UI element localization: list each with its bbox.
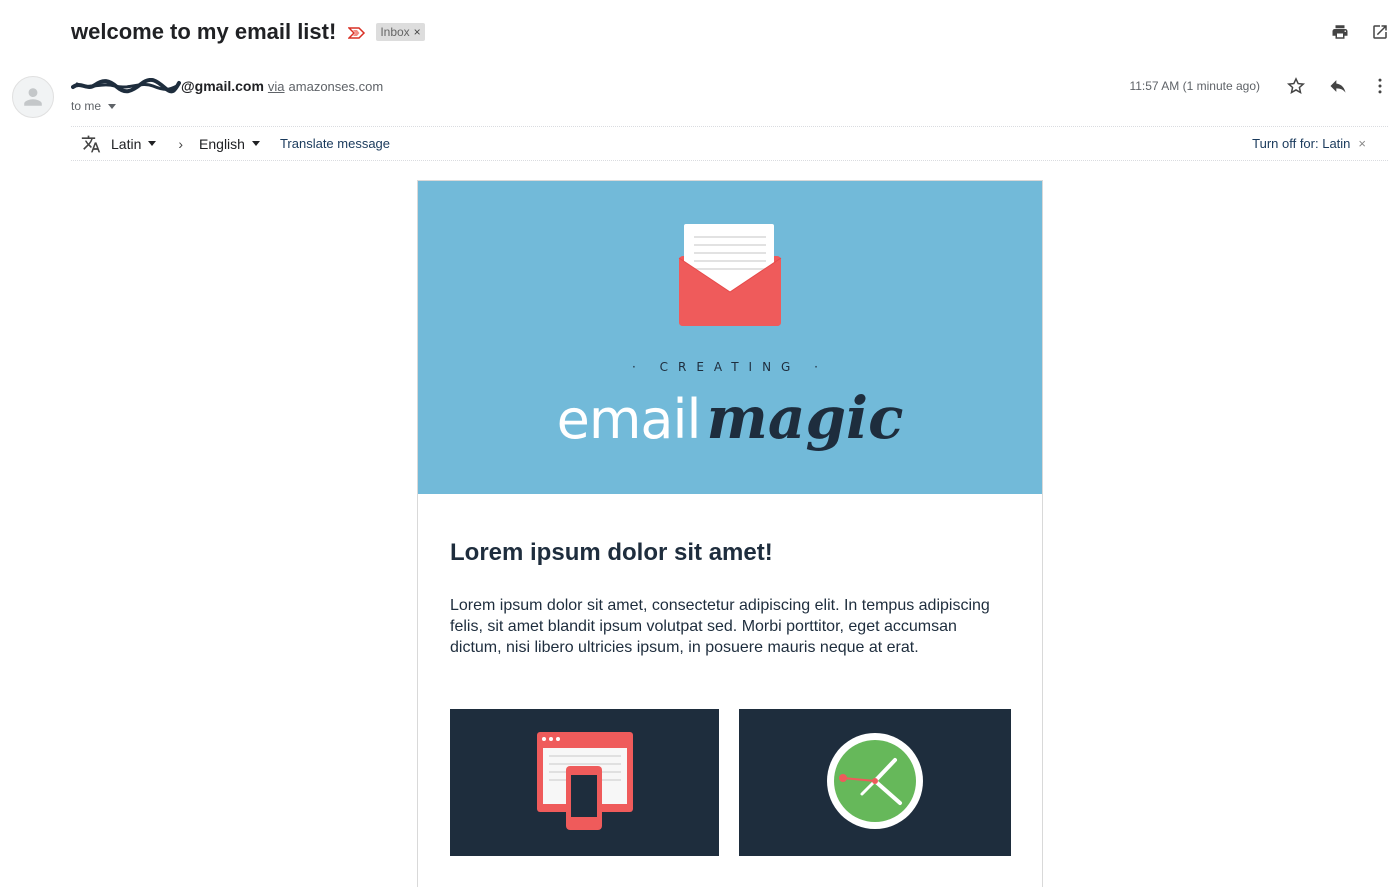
chevron-right-icon: › (178, 135, 184, 152)
recipient-toggle[interactable]: to me (71, 99, 117, 113)
recipient-label: to me (71, 99, 102, 113)
chevron-down-icon (108, 103, 117, 109)
open-in-new-icon[interactable] (1370, 22, 1390, 42)
email-body: · CREATING · email magic Lorem ipsum dolo… (417, 180, 1043, 887)
source-language-select[interactable]: Latin (111, 135, 157, 152)
translate-bar: Latin › English Translate message Turn o… (71, 126, 1388, 161)
hero-kicker: · CREATING · (631, 360, 828, 374)
chevron-down-icon (148, 141, 157, 146)
print-icon[interactable] (1330, 22, 1350, 42)
importance-marker-icon[interactable] (347, 26, 366, 39)
brand-bold-text: magic (706, 384, 904, 452)
translate-controls: Latin › English Translate message (81, 134, 390, 154)
sender-email[interactable]: @gmail.com (181, 78, 264, 94)
source-language-label: Latin (111, 135, 142, 152)
brand-light-text: email (556, 388, 702, 451)
sender-line: @gmail.com via amazonses.com (71, 77, 384, 94)
feature-image-responsive (450, 709, 719, 856)
translate-message-button[interactable]: Translate message (280, 136, 390, 151)
responsive-devices-icon (537, 732, 633, 830)
top-actions (1330, 22, 1390, 42)
turn-off-label: Turn off for: Latin (1252, 136, 1351, 151)
translate-icon (81, 134, 101, 154)
redacted-scribble (71, 77, 181, 94)
reply-icon[interactable] (1328, 76, 1348, 96)
subject-row: welcome to my email list! Inbox × (71, 16, 425, 48)
brand-wordmark: email magic (418, 384, 1042, 454)
clock-icon (827, 733, 923, 829)
more-vert-icon[interactable] (1370, 76, 1390, 96)
remove-label-icon[interactable]: × (414, 25, 421, 39)
content-paragraph: Lorem ipsum dolor sit amet, consectetur … (450, 597, 990, 656)
label-chip-text: Inbox (380, 25, 410, 39)
via-domain: amazonses.com (288, 78, 384, 94)
envelope-icon (678, 224, 782, 326)
target-language-label: English (199, 135, 245, 152)
content-title: Lorem ipsum dolor sit amet! (450, 539, 773, 566)
feature-image-clock (739, 709, 1011, 856)
via-link[interactable]: via (268, 79, 285, 94)
person-icon (24, 88, 42, 106)
target-language-select[interactable]: English (199, 136, 260, 152)
sender-avatar[interactable] (12, 76, 54, 118)
star-icon[interactable] (1286, 76, 1306, 96)
inbox-label-chip: Inbox × (376, 23, 425, 41)
message-actions: 11:57 AM (1 minute ago) (1129, 76, 1390, 96)
hero-banner: · CREATING · email magic (418, 181, 1042, 494)
turn-off-translation[interactable]: Turn off for: Latin × (1252, 136, 1366, 151)
close-icon[interactable]: × (1358, 136, 1366, 151)
email-timestamp: 11:57 AM (1 minute ago) (1129, 79, 1260, 93)
chevron-down-icon (251, 141, 260, 146)
email-subject: welcome to my email list! (71, 19, 337, 44)
